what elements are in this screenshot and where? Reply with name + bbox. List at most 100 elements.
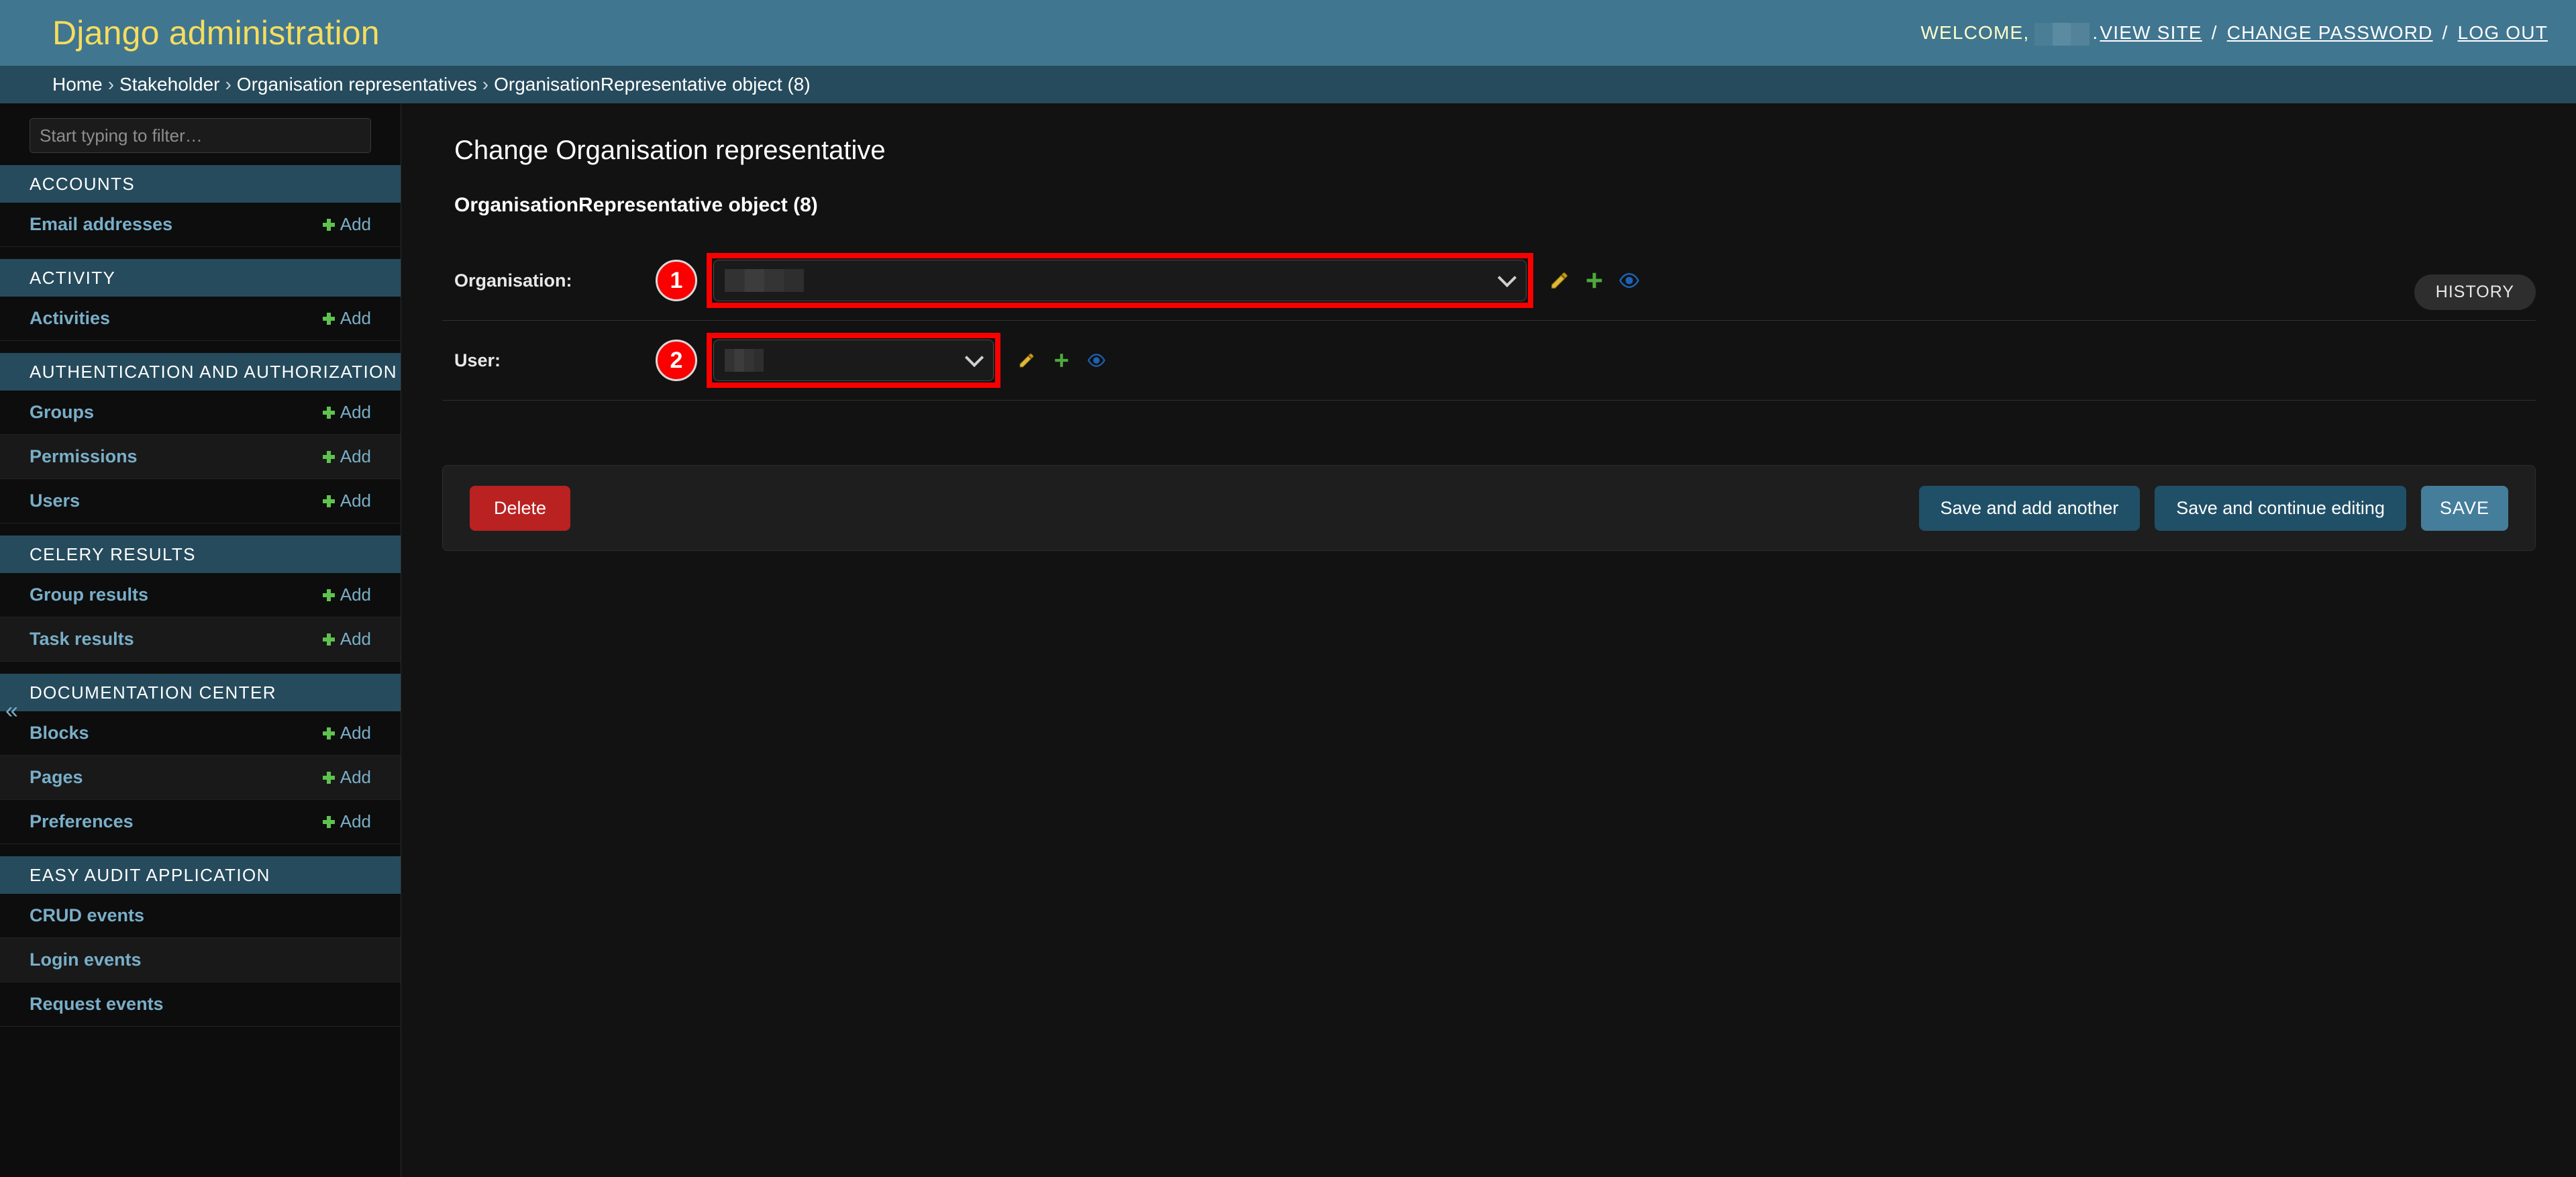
delete-button[interactable]: Delete <box>470 485 571 531</box>
organisation-select[interactable] <box>713 260 1527 301</box>
page-title: Change Organisation representative <box>454 136 886 165</box>
sidebar-add-label: Add <box>340 584 371 605</box>
sidebar-add-link[interactable]: Add <box>322 767 371 788</box>
sidebar-item-activities[interactable]: Activities Add <box>0 297 401 341</box>
edit-pencil-icon[interactable] <box>1548 269 1571 292</box>
sidebar-module: CELERY RESULTS Group results Add Task resul… <box>0 535 401 662</box>
submit-row: Delete Save and add another Save and con… <box>442 465 2536 551</box>
sidebar-item-label[interactable]: Group results <box>30 584 148 605</box>
sidebar-item-label[interactable]: Blocks <box>30 723 89 744</box>
welcome-label: WELCOME, <box>1920 22 2030 43</box>
sidebar-add-link[interactable]: Add <box>322 446 371 467</box>
sidebar-add-link[interactable]: Add <box>322 584 371 605</box>
sidebar-item-preferences[interactable]: Preferences Add <box>0 800 401 844</box>
sidebar-item-email-addresses[interactable]: Email addresses Add <box>0 203 401 247</box>
view-eye-icon[interactable] <box>1618 269 1641 292</box>
sidebar-item-label[interactable]: Activities <box>30 308 110 329</box>
sidebar-item-pages[interactable]: Pages Add <box>0 756 401 800</box>
sidebar-add-label: Add <box>340 446 371 466</box>
sidebar-add-link[interactable]: Add <box>322 402 371 423</box>
highlight-box-organisation <box>707 253 1533 308</box>
sidebar-item-group-results[interactable]: Group results Add <box>0 573 401 617</box>
sidebar-add-label: Add <box>340 402 371 422</box>
sidebar-item-login-events[interactable]: Login events <box>0 938 401 982</box>
user-tools-separator-2: / <box>2442 22 2449 43</box>
sidebar-module: DOCUMENTATION CENTER Blocks Add Pages Add Pre… <box>0 674 401 844</box>
main-content: Change Organisation representative HISTO… <box>402 103 2576 1177</box>
sidebar-module-caption: ACTIVITY <box>0 259 401 297</box>
user-select[interactable] <box>713 340 994 381</box>
sidebar-item-blocks[interactable]: Blocks Add <box>0 711 401 756</box>
sidebar-collapse-toggle[interactable]: « <box>5 698 18 724</box>
sidebar-add-link[interactable]: Add <box>322 308 371 329</box>
sidebar-item-label[interactable]: Email addresses <box>30 214 172 235</box>
add-plus-icon <box>322 406 335 419</box>
sidebar-add-label: Add <box>340 767 371 787</box>
sidebar-item-users[interactable]: Users Add <box>0 479 401 523</box>
add-plus-icon <box>322 312 335 325</box>
add-plus-icon[interactable] <box>1583 269 1606 292</box>
form-row-user: User: 2 <box>442 321 2536 401</box>
sidebar-item-permissions[interactable]: Permissions Add <box>0 435 401 479</box>
sidebar-item-task-results[interactable]: Task results Add <box>0 617 401 662</box>
sidebar-add-link[interactable]: Add <box>322 214 371 235</box>
sidebar-filter-wrap <box>0 103 401 153</box>
save-and-continue-editing-button[interactable]: Save and continue editing <box>2155 485 2406 531</box>
submit-row-right: Save and add another Save and continue e… <box>1904 485 2508 531</box>
sidebar-item-crud-events[interactable]: CRUD events <box>0 894 401 938</box>
nav-sidebar: ACCOUNTSEmail addressesAddACTIVITYActivi… <box>0 103 401 1177</box>
view-site-link[interactable]: VIEW SITE <box>2100 22 2202 44</box>
breadcrumb: Home › Stakeholder › Organisation repres… <box>0 66 2576 103</box>
sidebar-module: AUTHENTICATION AND AUTHORIZATION Groups Ad… <box>0 353 401 523</box>
sidebar-item-label[interactable]: Groups <box>30 402 94 423</box>
add-plus-icon <box>322 495 335 507</box>
sidebar-item-groups[interactable]: Groups Add <box>0 391 401 435</box>
edit-pencil-icon[interactable] <box>1015 349 1038 372</box>
view-eye-icon[interactable] <box>1085 349 1108 372</box>
user-tools-separator-1: / <box>2211 22 2218 43</box>
sidebar-item-label[interactable]: Task results <box>30 629 134 650</box>
sidebar-item-label[interactable]: Permissions <box>30 446 138 467</box>
sidebar-module-caption: AUTHENTICATION AND AUTHORIZATION <box>0 353 401 391</box>
breadcrumb-separator: › <box>107 74 115 95</box>
breadcrumb-item-organisation-representatives[interactable]: Organisation representatives <box>237 74 477 95</box>
log-out-link[interactable]: LOG OUT <box>2458 22 2548 44</box>
sidebar-item-label[interactable]: Users <box>30 491 80 511</box>
sidebar-item-label[interactable]: CRUD events <box>30 905 144 926</box>
breadcrumb-item-home[interactable]: Home <box>52 74 103 95</box>
user-related-widget-links <box>1015 349 1108 372</box>
step-badge-1: 1 <box>656 260 697 301</box>
add-plus-icon <box>322 588 335 601</box>
sidebar-add-link[interactable]: Add <box>322 811 371 832</box>
add-plus-icon[interactable] <box>1050 349 1073 372</box>
sidebar-add-label: Add <box>340 214 371 234</box>
sidebar-item-label[interactable]: Request events <box>30 994 164 1015</box>
add-plus-icon <box>322 450 335 463</box>
add-plus-icon <box>322 218 335 231</box>
sidebar-add-label: Add <box>340 723 371 743</box>
sidebar-add-link[interactable]: Add <box>322 723 371 744</box>
sidebar-item-label[interactable]: Login events <box>30 950 142 970</box>
object-title: OrganisationRepresentative object (8) <box>454 194 818 216</box>
highlight-box-user <box>707 333 1000 388</box>
site-brand-title: Django administration <box>52 14 380 52</box>
username-redacted <box>2034 23 2090 46</box>
organisation-selected-value-redacted <box>725 269 804 292</box>
sidebar-add-label: Add <box>340 629 371 649</box>
save-button[interactable]: SAVE <box>2420 485 2508 531</box>
site-header: Django administration WELCOME, . VIEW SI… <box>0 0 2576 66</box>
sidebar-module-caption: ACCOUNTS <box>0 165 401 203</box>
sidebar-add-link[interactable]: Add <box>322 491 371 511</box>
breadcrumb-item-stakeholder[interactable]: Stakeholder <box>119 74 219 95</box>
sidebar-add-link[interactable]: Add <box>322 629 371 650</box>
breadcrumb-item-current: OrganisationRepresentative object (8) <box>494 74 811 95</box>
sidebar-item-label[interactable]: Preferences <box>30 811 134 832</box>
sidebar-item-label[interactable]: Pages <box>30 767 83 788</box>
save-and-add-another-button[interactable]: Save and add another <box>1918 485 2141 531</box>
sidebar-item-request-events[interactable]: Request events <box>0 982 401 1027</box>
sidebar-filter-input[interactable] <box>30 118 371 153</box>
form-row-organisation: Organisation: 1 <box>442 241 2536 321</box>
add-plus-icon <box>322 727 335 739</box>
change-password-link[interactable]: CHANGE PASSWORD <box>2227 22 2433 44</box>
user-selected-value-redacted <box>725 349 764 372</box>
